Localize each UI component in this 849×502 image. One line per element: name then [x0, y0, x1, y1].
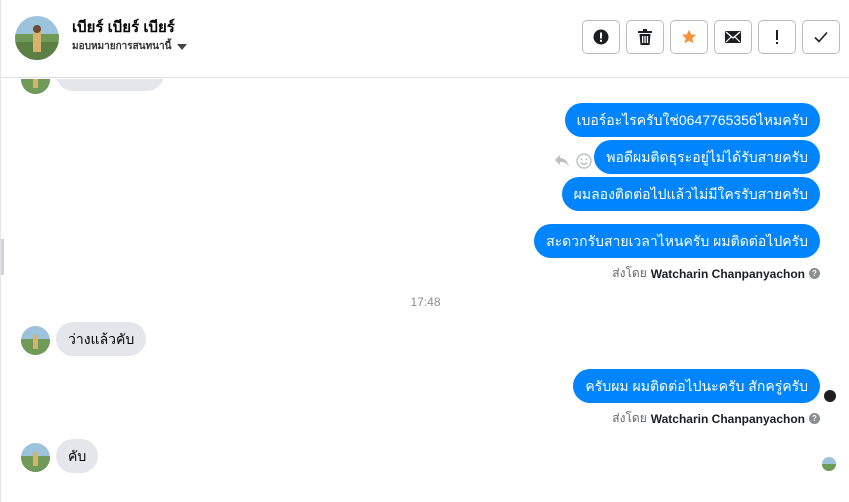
check-icon [814, 31, 828, 43]
incoming-message[interactable]: ว่างแล้วคับ [56, 322, 147, 356]
trash-icon [638, 29, 652, 45]
sent-by-prefix: ส่งโดย [612, 411, 647, 425]
help-icon[interactable]: ? [809, 413, 820, 424]
seen-indicator-icon [824, 390, 836, 402]
outgoing-message[interactable]: เบอร์อะไรครับใช่0647765356ไหมครับ [564, 103, 820, 137]
message-actions [554, 153, 592, 169]
seen-avatar [822, 457, 836, 471]
messenger-conversation: เบียร์ เบียร์ เบียร์ มอบหมายการสนทนานี้ [0, 0, 849, 502]
help-icon[interactable]: ? [809, 268, 820, 279]
mark-spam-button[interactable] [582, 20, 620, 54]
outgoing-message[interactable]: สะดวกรับสายเวลาไหนครับ ผมติดต่อไปครับ [534, 224, 820, 258]
sender-avatar [21, 79, 50, 94]
sent-by-label: ส่งโดย Watcharin Chanpanyachon ? [612, 264, 820, 283]
contact-name: เบียร์ เบียร์ เบียร์ [72, 19, 175, 36]
sender-avatar [21, 326, 50, 355]
exclamation-icon [776, 30, 778, 44]
follow-up-button[interactable] [758, 20, 796, 54]
outgoing-message[interactable]: ผมลองติดต่อไปแล้วไม่มีใครรับสายครับ [561, 177, 820, 211]
mark-done-button[interactable] [802, 20, 840, 54]
conversation-toolbar [582, 20, 840, 54]
sender-name: Watcharin Chanpanyachon [650, 411, 805, 426]
contact-avatar[interactable] [15, 16, 59, 60]
envelope-icon [725, 31, 741, 43]
star-icon [681, 29, 697, 44]
scroll-edge [1, 239, 4, 275]
alert-circle-icon [593, 29, 609, 45]
delete-button[interactable] [626, 20, 664, 54]
timestamp: 17:48 [410, 295, 441, 309]
reply-icon[interactable] [554, 154, 570, 168]
sender-avatar [21, 443, 50, 472]
mark-unread-button[interactable] [714, 20, 752, 54]
message-thread[interactable]: เบอร์อะไรครับใช่0647765356ไหมครับ พอดีผม… [1, 79, 849, 502]
caret-down-icon [177, 44, 188, 50]
sent-by-prefix: ส่งโดย [612, 266, 647, 280]
smiley-icon[interactable] [576, 153, 592, 169]
outgoing-message[interactable]: ครับผม ผมติดต่อไปนะครับ สักครู่ครับ [573, 369, 820, 403]
conversation-header: เบียร์ เบียร์ เบียร์ มอบหมายการสนทนานี้ [1, 0, 849, 78]
assign-conversation-dropdown[interactable]: มอบหมายการสนทนานี้ [72, 39, 188, 54]
sent-by-label: ส่งโดย Watcharin Chanpanyachon ? [612, 409, 820, 428]
incoming-message-partial[interactable] [56, 79, 164, 91]
incoming-message[interactable]: คับ [56, 439, 99, 473]
star-button[interactable] [670, 20, 708, 54]
assign-label: มอบหมายการสนทนานี้ [72, 41, 172, 52]
sender-name: Watcharin Chanpanyachon [650, 266, 805, 281]
outgoing-message[interactable]: พอดีผมติดธุระอยู่ไม่ได้รับสายครับ [594, 140, 820, 174]
